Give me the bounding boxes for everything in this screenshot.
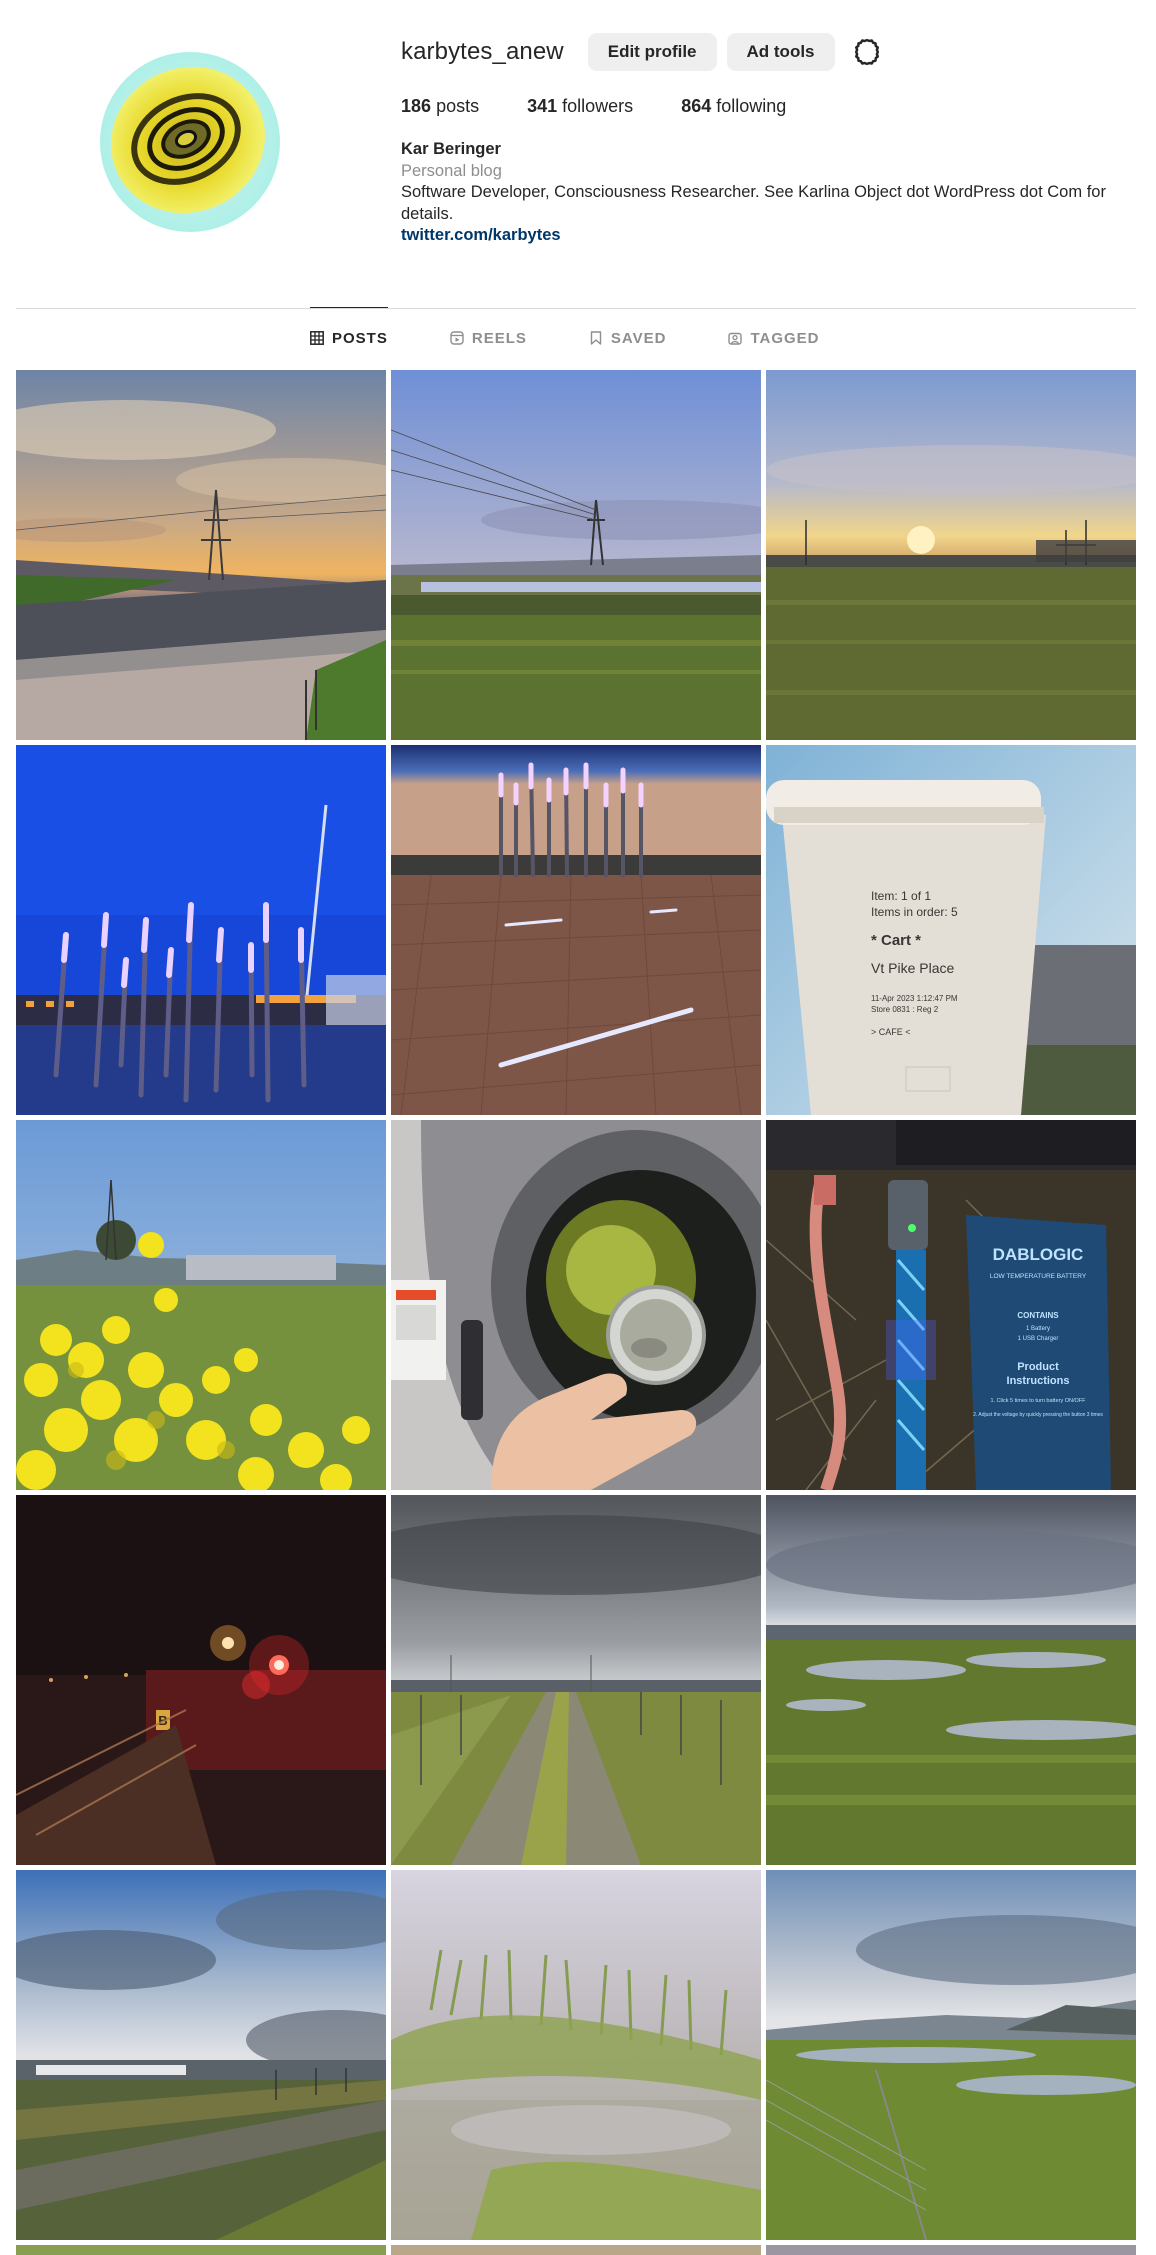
- tab-tagged[interactable]: TAGGED: [728, 308, 819, 368]
- post-tile[interactable]: [391, 1870, 761, 2240]
- grid-icon: [310, 331, 324, 345]
- post-tile[interactable]: [391, 1120, 761, 1490]
- post-image: [391, 370, 761, 740]
- bookmark-icon: [589, 331, 603, 345]
- post-tile[interactable]: [766, 1870, 1136, 2240]
- battery-product: Product: [1017, 1361, 1059, 1373]
- post-tile[interactable]: [391, 745, 761, 1115]
- post-image: [16, 2245, 386, 2255]
- profile-bio: Kar Beringer Personal blog Software Deve…: [401, 139, 1131, 247]
- post-image: [391, 1495, 761, 1865]
- post-image: [16, 1870, 386, 2240]
- post-image: [16, 1120, 386, 1490]
- battery-instructions: Instructions: [1007, 1375, 1070, 1387]
- followers-stat[interactable]: 341 followers: [527, 96, 633, 117]
- posts-count: 186: [401, 96, 432, 116]
- post-tile[interactable]: [391, 1495, 761, 1865]
- post-tile[interactable]: B: [16, 1495, 386, 1865]
- post-tile[interactable]: [16, 2245, 386, 2255]
- posts-stat: 186 posts: [401, 96, 479, 117]
- cup-label-line: Vt Pike Place: [871, 960, 954, 976]
- post-image: [766, 1495, 1136, 1865]
- ad-tools-button[interactable]: Ad tools: [726, 33, 835, 71]
- post-image: [391, 2245, 761, 2255]
- battery-subtitle: LOW TEMPERATURE BATTERY: [990, 1273, 1087, 1280]
- profile-avatar[interactable]: [100, 52, 280, 232]
- post-image: [16, 370, 386, 740]
- cup-label-line: Item: 1 of 1: [871, 889, 931, 903]
- edit-profile-button[interactable]: Edit profile: [587, 33, 717, 71]
- reels-icon: [450, 331, 464, 345]
- post-tile[interactable]: [16, 1870, 386, 2240]
- post-image: Item: 1 of 1 Items in order: 5 * Cart * …: [766, 745, 1136, 1115]
- followers-label: followers: [562, 96, 634, 116]
- following-count: 864: [681, 96, 712, 116]
- tagged-icon: [728, 331, 743, 345]
- posts-label: posts: [436, 96, 480, 116]
- cup-label-line: * Cart *: [871, 932, 921, 949]
- post-tile[interactable]: [16, 1120, 386, 1490]
- cup-label-line: Items in order: 5: [871, 905, 958, 919]
- post-tile[interactable]: [766, 2245, 1136, 2255]
- tab-posts-label: POSTS: [332, 329, 388, 347]
- bio-text: Software Developer, Consciousness Resear…: [401, 183, 1106, 223]
- post-tile[interactable]: [16, 370, 386, 740]
- full-name: Kar Beringer: [401, 140, 501, 158]
- battery-item: 1 USB Charger: [1018, 1336, 1059, 1342]
- gear-icon[interactable]: [847, 32, 887, 72]
- post-tile[interactable]: [391, 2245, 761, 2255]
- profile-header: karbytes_anew Edit profile Ad tools 186 …: [0, 0, 1156, 300]
- tab-reels-label: REELS: [471, 329, 527, 347]
- post-tile[interactable]: [391, 370, 761, 740]
- username: karbytes_anew: [401, 38, 564, 65]
- battery-step: 2. Adjust the voltage by quickly pressin…: [973, 1412, 1103, 1418]
- post-image: [766, 2245, 1136, 2255]
- followers-count: 341: [527, 96, 558, 116]
- battery-contains: CONTAINS: [1017, 1311, 1059, 1320]
- post-tile[interactable]: DABLOGIC LOW TEMPERATURE BATTERY CONTAIN…: [766, 1120, 1136, 1490]
- profile-tabs: POSTS REELS SAVED TAGGED: [310, 307, 882, 368]
- profile-title-row: karbytes_anew Edit profile Ad tools: [401, 30, 1131, 74]
- battery-brand: DABLOGIC: [993, 1245, 1084, 1264]
- bio-link[interactable]: twitter.com/karbytes: [401, 225, 1131, 247]
- battery-step: 1. Click 5 times to turn battery ON/OFF: [990, 1398, 1086, 1404]
- post-tile[interactable]: [766, 1495, 1136, 1865]
- following-label: following: [716, 96, 787, 116]
- post-tile[interactable]: Item: 1 of 1 Items in order: 5 * Cart * …: [766, 745, 1136, 1115]
- tab-reels[interactable]: REELS: [450, 308, 527, 368]
- cup-label-line: Store 0831 : Reg 2: [871, 1005, 939, 1014]
- avatar-image: [100, 52, 280, 232]
- tab-tagged-label: TAGGED: [750, 329, 820, 347]
- post-tile[interactable]: [16, 745, 386, 1115]
- post-image: [391, 1870, 761, 2240]
- cup-label-line: 11-Apr 2023 1:12:47 PM: [871, 994, 958, 1003]
- profile-stats: 186 posts 341 followers 864 following: [401, 96, 1131, 117]
- post-image: B: [16, 1495, 386, 1865]
- post-tile[interactable]: [766, 370, 1136, 740]
- post-image: [391, 1120, 761, 1490]
- profile-info: karbytes_anew Edit profile Ad tools 186 …: [401, 30, 1131, 247]
- tab-posts[interactable]: POSTS: [310, 307, 388, 368]
- cup-label-line: > CAFE <: [871, 1027, 911, 1037]
- post-image: DABLOGIC LOW TEMPERATURE BATTERY CONTAIN…: [766, 1120, 1136, 1490]
- tab-saved-label: SAVED: [610, 329, 667, 347]
- post-image: [391, 745, 761, 1115]
- profile-category: Personal blog: [401, 161, 502, 180]
- post-image: [766, 370, 1136, 740]
- post-image: [766, 1870, 1136, 2240]
- tab-saved[interactable]: SAVED: [589, 308, 667, 368]
- battery-item: 1 Battery: [1026, 1326, 1050, 1332]
- following-stat[interactable]: 864 following: [681, 96, 786, 117]
- post-image: [16, 745, 386, 1115]
